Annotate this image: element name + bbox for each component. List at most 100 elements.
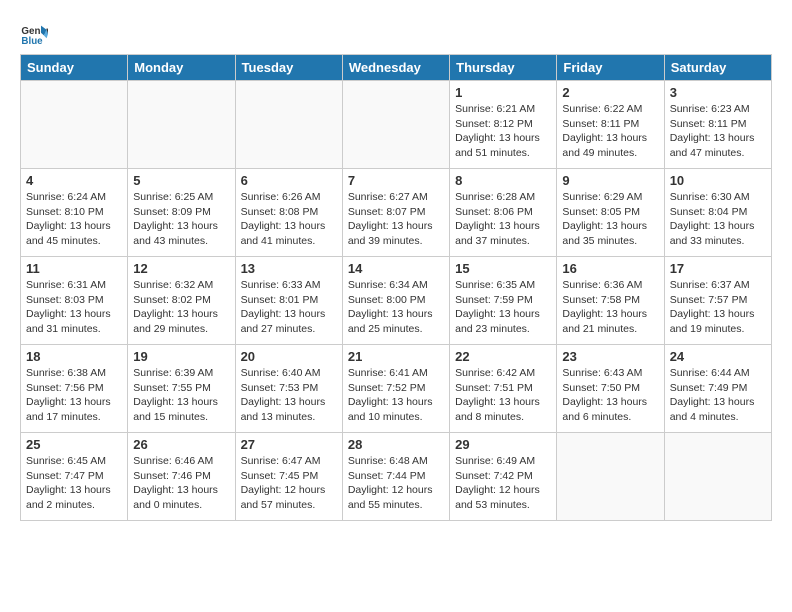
day-header-friday: Friday — [557, 55, 664, 81]
day-number: 27 — [241, 437, 337, 452]
day-number: 6 — [241, 173, 337, 188]
svg-text:Blue: Blue — [21, 36, 43, 47]
cell-text: Sunrise: 6:47 AMSunset: 7:45 PMDaylight:… — [241, 454, 337, 513]
calendar-cell — [128, 81, 235, 169]
calendar-week-row: 1 Sunrise: 6:21 AMSunset: 8:12 PMDaylight… — [21, 81, 772, 169]
calendar-cell: 9 Sunrise: 6:29 AMSunset: 8:05 PMDaylight… — [557, 169, 664, 257]
day-number: 12 — [133, 261, 229, 276]
day-number: 15 — [455, 261, 551, 276]
calendar-cell: 23 Sunrise: 6:43 AMSunset: 7:50 PMDayligh… — [557, 345, 664, 433]
day-header-sunday: Sunday — [21, 55, 128, 81]
day-number: 11 — [26, 261, 122, 276]
calendar-week-row: 25 Sunrise: 6:45 AMSunset: 7:47 PMDayligh… — [21, 433, 772, 521]
cell-text: Sunrise: 6:27 AMSunset: 8:07 PMDaylight:… — [348, 190, 444, 249]
cell-text: Sunrise: 6:44 AMSunset: 7:49 PMDaylight:… — [670, 366, 766, 425]
day-number: 3 — [670, 85, 766, 100]
calendar-cell: 5 Sunrise: 6:25 AMSunset: 8:09 PMDaylight… — [128, 169, 235, 257]
calendar-cell: 17 Sunrise: 6:37 AMSunset: 7:57 PMDayligh… — [664, 257, 771, 345]
cell-text: Sunrise: 6:23 AMSunset: 8:11 PMDaylight:… — [670, 102, 766, 161]
calendar-week-row: 18 Sunrise: 6:38 AMSunset: 7:56 PMDayligh… — [21, 345, 772, 433]
calendar-cell: 25 Sunrise: 6:45 AMSunset: 7:47 PMDayligh… — [21, 433, 128, 521]
day-number: 5 — [133, 173, 229, 188]
day-number: 23 — [562, 349, 658, 364]
calendar-cell: 14 Sunrise: 6:34 AMSunset: 8:00 PMDayligh… — [342, 257, 449, 345]
cell-text: Sunrise: 6:32 AMSunset: 8:02 PMDaylight:… — [133, 278, 229, 337]
cell-text: Sunrise: 6:37 AMSunset: 7:57 PMDaylight:… — [670, 278, 766, 337]
day-number: 24 — [670, 349, 766, 364]
cell-text: Sunrise: 6:46 AMSunset: 7:46 PMDaylight:… — [133, 454, 229, 513]
calendar-cell — [235, 81, 342, 169]
calendar-week-row: 4Sunrise: 6:24 AMSunset: 8:10 PMDaylight… — [21, 169, 772, 257]
calendar-cell: 11 Sunrise: 6:31 AMSunset: 8:03 PMDayligh… — [21, 257, 128, 345]
cell-text: Sunrise: 6:45 AMSunset: 7:47 PMDaylight:… — [26, 454, 122, 513]
calendar-cell — [21, 81, 128, 169]
day-number: 20 — [241, 349, 337, 364]
day-number: 2 — [562, 85, 658, 100]
day-number: 21 — [348, 349, 444, 364]
calendar-week-row: 11 Sunrise: 6:31 AMSunset: 8:03 PMDayligh… — [21, 257, 772, 345]
logo-icon: General Blue — [20, 20, 48, 48]
calendar-cell: 19Sunrise: 6:39 AMSunset: 7:55 PMDayligh… — [128, 345, 235, 433]
day-number: 10 — [670, 173, 766, 188]
cell-text: Sunrise: 6:48 AMSunset: 7:44 PMDaylight:… — [348, 454, 444, 513]
calendar-cell: 22 Sunrise: 6:42 AMSunset: 7:51 PMDayligh… — [450, 345, 557, 433]
day-number: 8 — [455, 173, 551, 188]
calendar-cell: 6 Sunrise: 6:26 AMSunset: 8:08 PMDaylight… — [235, 169, 342, 257]
day-header-wednesday: Wednesday — [342, 55, 449, 81]
day-number: 9 — [562, 173, 658, 188]
calendar-cell: 27 Sunrise: 6:47 AMSunset: 7:45 PMDayligh… — [235, 433, 342, 521]
cell-text: Sunrise: 6:22 AMSunset: 8:11 PMDaylight:… — [562, 102, 658, 161]
cell-text: Sunrise: 6:41 AMSunset: 7:52 PMDaylight:… — [348, 366, 444, 425]
day-number: 22 — [455, 349, 551, 364]
cell-text: Sunrise: 6:35 AMSunset: 7:59 PMDaylight:… — [455, 278, 551, 337]
day-number: 18 — [26, 349, 122, 364]
calendar-cell: 16 Sunrise: 6:36 AMSunset: 7:58 PMDayligh… — [557, 257, 664, 345]
cell-text: Sunrise: 6:25 AMSunset: 8:09 PMDaylight:… — [133, 190, 229, 249]
calendar-header-row: SundayMondayTuesdayWednesdayThursdayFrid… — [21, 55, 772, 81]
calendar-cell: 26 Sunrise: 6:46 AMSunset: 7:46 PMDayligh… — [128, 433, 235, 521]
cell-text: Sunrise: 6:34 AMSunset: 8:00 PMDaylight:… — [348, 278, 444, 337]
calendar-cell: 21 Sunrise: 6:41 AMSunset: 7:52 PMDayligh… — [342, 345, 449, 433]
day-header-thursday: Thursday — [450, 55, 557, 81]
day-number: 7 — [348, 173, 444, 188]
day-number: 16 — [562, 261, 658, 276]
day-number: 26 — [133, 437, 229, 452]
calendar-cell: 2 Sunrise: 6:22 AMSunset: 8:11 PMDaylight… — [557, 81, 664, 169]
cell-text: Sunrise: 6:26 AMSunset: 8:08 PMDaylight:… — [241, 190, 337, 249]
cell-text: Sunrise: 6:30 AMSunset: 8:04 PMDaylight:… — [670, 190, 766, 249]
day-number: 19 — [133, 349, 229, 364]
cell-text: Sunrise: 6:43 AMSunset: 7:50 PMDaylight:… — [562, 366, 658, 425]
day-number: 17 — [670, 261, 766, 276]
day-number: 1 — [455, 85, 551, 100]
calendar-cell: 24 Sunrise: 6:44 AMSunset: 7:49 PMDayligh… — [664, 345, 771, 433]
calendar-cell: 13 Sunrise: 6:33 AMSunset: 8:01 PMDayligh… — [235, 257, 342, 345]
day-number: 29 — [455, 437, 551, 452]
calendar-cell: 28 Sunrise: 6:48 AMSunset: 7:44 PMDayligh… — [342, 433, 449, 521]
calendar-table: SundayMondayTuesdayWednesdayThursdayFrid… — [20, 54, 772, 521]
cell-text: Sunrise: 6:29 AMSunset: 8:05 PMDaylight:… — [562, 190, 658, 249]
logo: General Blue — [20, 20, 52, 48]
day-number: 28 — [348, 437, 444, 452]
cell-text: Sunrise: 6:33 AMSunset: 8:01 PMDaylight:… — [241, 278, 337, 337]
cell-text: Sunrise: 6:49 AMSunset: 7:42 PMDaylight:… — [455, 454, 551, 513]
day-number: 25 — [26, 437, 122, 452]
day-header-saturday: Saturday — [664, 55, 771, 81]
day-header-monday: Monday — [128, 55, 235, 81]
cell-text: Sunrise: 6:21 AMSunset: 8:12 PMDaylight:… — [455, 102, 551, 161]
calendar-cell: 12 Sunrise: 6:32 AMSunset: 8:02 PMDayligh… — [128, 257, 235, 345]
cell-text: Sunrise: 6:36 AMSunset: 7:58 PMDaylight:… — [562, 278, 658, 337]
calendar-cell: 15 Sunrise: 6:35 AMSunset: 7:59 PMDayligh… — [450, 257, 557, 345]
calendar-cell: 1 Sunrise: 6:21 AMSunset: 8:12 PMDaylight… — [450, 81, 557, 169]
cell-text: Sunrise: 6:24 AMSunset: 8:10 PMDaylight:… — [26, 190, 122, 249]
calendar-cell: 18 Sunrise: 6:38 AMSunset: 7:56 PMDayligh… — [21, 345, 128, 433]
day-number: 14 — [348, 261, 444, 276]
calendar-cell: 20Sunrise: 6:40 AMSunset: 7:53 PMDayligh… — [235, 345, 342, 433]
day-number: 13 — [241, 261, 337, 276]
header: General Blue — [20, 20, 772, 48]
calendar-cell — [664, 433, 771, 521]
cell-text: Sunrise: 6:31 AMSunset: 8:03 PMDaylight:… — [26, 278, 122, 337]
calendar-cell: 4Sunrise: 6:24 AMSunset: 8:10 PMDaylight… — [21, 169, 128, 257]
cell-text: Sunrise: 6:42 AMSunset: 7:51 PMDaylight:… — [455, 366, 551, 425]
cell-text: Sunrise: 6:38 AMSunset: 7:56 PMDaylight:… — [26, 366, 122, 425]
calendar-cell — [342, 81, 449, 169]
